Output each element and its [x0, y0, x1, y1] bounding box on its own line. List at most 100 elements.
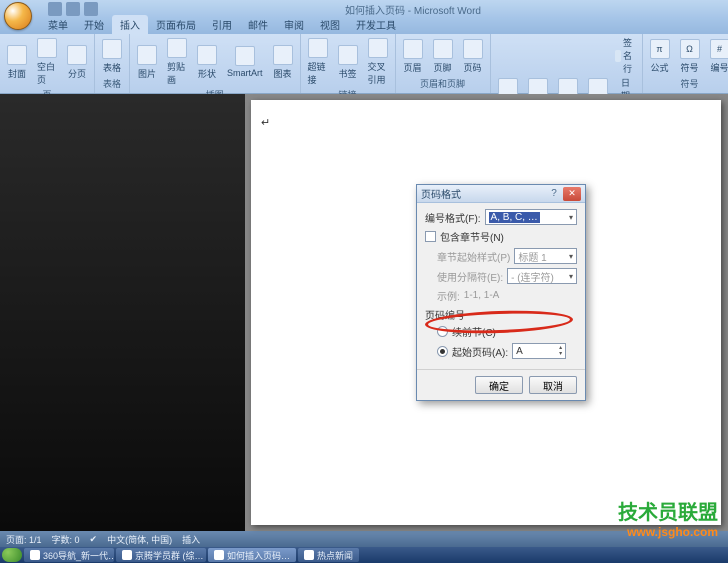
news-icon [304, 550, 314, 560]
document-page[interactable]: ↵ 页码格式 ? ✕ 编号格式(F): A, B, C, … ▾ [251, 100, 721, 525]
text-cursor: ↵ [261, 116, 270, 129]
equation-label: 公式 [651, 61, 669, 74]
start-button[interactable] [2, 548, 22, 562]
pagenumber-icon [463, 39, 483, 59]
separator-value: - (连字符) [511, 269, 554, 284]
hyperlink-button[interactable]: 超链接 [305, 36, 331, 88]
task-label: 如何插入页码… [227, 549, 290, 562]
dialog-title: 页码格式 [421, 186, 547, 201]
ok-button[interactable]: 确定 [475, 376, 523, 394]
tab-home[interactable]: 开始 [76, 15, 112, 34]
smartart-button[interactable]: SmartArt [224, 44, 266, 80]
clipart-button[interactable]: 剪贴画 [164, 36, 190, 88]
spellcheck-icon[interactable]: ✔ [90, 534, 98, 545]
start-at-spinner[interactable]: A ▴▾ [512, 343, 566, 359]
pagenumber-button[interactable]: 页码 [460, 37, 486, 76]
save-icon[interactable] [48, 2, 62, 16]
dialog-titlebar[interactable]: 页码格式 ? ✕ [417, 185, 585, 203]
group-symbols: π 公式 Ω 符号 #编号 符号 [643, 34, 728, 93]
group-tables: 表格 表格 [95, 34, 130, 93]
equation-icon: π [650, 39, 670, 59]
page-break-button[interactable]: 分页 [64, 43, 90, 82]
signature-label: 签名行 [623, 36, 638, 75]
smartart-label: SmartArt [227, 68, 263, 78]
document-area[interactable]: ↵ 页码格式 ? ✕ 编号格式(F): A, B, C, … ▾ [245, 94, 728, 531]
office-button[interactable] [4, 2, 32, 30]
footer-icon [433, 39, 453, 59]
cancel-button[interactable]: 取消 [529, 376, 577, 394]
symbol-label: 符号 [681, 61, 699, 74]
dialog-buttons: 确定 取消 [417, 369, 585, 400]
bookmark-icon [338, 45, 358, 65]
start-at-label: 起始页码(A): [452, 344, 508, 359]
cover-page-icon [7, 45, 27, 65]
task-item-chat[interactable]: 京腾学员群 (综… [116, 548, 206, 562]
bookmark-button[interactable]: 书签 [335, 43, 361, 82]
number-button[interactable]: #编号 [707, 37, 728, 76]
group-links: 超链接 书签 交叉引用 链接 [301, 34, 396, 93]
header-button[interactable]: 页眉 [400, 37, 426, 76]
tab-review[interactable]: 审阅 [276, 15, 312, 34]
clipart-icon [167, 38, 187, 58]
include-chapter-checkbox[interactable] [425, 231, 436, 242]
tab-developer[interactable]: 开发工具 [348, 15, 404, 34]
format-combobox[interactable]: A, B, C, … ▾ [485, 209, 577, 225]
group-tables-label: 表格 [99, 77, 125, 91]
picture-button[interactable]: 图片 [134, 43, 160, 82]
footer-label: 页脚 [434, 61, 452, 74]
tab-references[interactable]: 引用 [204, 15, 240, 34]
tab-mailings[interactable]: 邮件 [240, 15, 276, 34]
cover-page-label: 封面 [8, 67, 26, 80]
smartart-icon [235, 46, 255, 66]
chart-button[interactable]: 图表 [270, 43, 296, 82]
spinner-buttons[interactable]: ▴▾ [559, 345, 562, 357]
cover-page-button[interactable]: 封面 [4, 43, 30, 82]
table-button[interactable]: 表格 [99, 37, 125, 76]
close-icon[interactable]: ✕ [563, 187, 581, 201]
task-label: 360导航_新一代… [43, 549, 114, 562]
crossref-button[interactable]: 交叉引用 [365, 36, 391, 88]
office-button-container [0, 0, 40, 18]
footer-button[interactable]: 页脚 [430, 37, 456, 76]
shapes-button[interactable]: 形状 [194, 43, 220, 82]
clipart-label: 剪贴画 [167, 60, 187, 86]
chevron-down-icon: ▾ [569, 252, 573, 261]
symbol-icon: Ω [680, 39, 700, 59]
tab-view[interactable]: 视图 [312, 15, 348, 34]
continue-radio[interactable] [437, 326, 448, 337]
blank-page-label: 空白页 [37, 60, 57, 86]
undo-icon[interactable] [66, 2, 80, 16]
redo-icon[interactable] [84, 2, 98, 16]
shapes-icon [197, 45, 217, 65]
group-text: 文本框 文档部件 艺术字 首字下沉 签名行 日期和时间 对象 文本 [491, 34, 643, 93]
start-at-radio[interactable] [437, 346, 448, 357]
table-label: 表格 [103, 61, 121, 74]
tab-layout[interactable]: 页面布局 [148, 15, 204, 34]
signature-button[interactable]: 签名行 [615, 36, 638, 75]
tab-menu[interactable]: 菜单 [40, 15, 76, 34]
status-language[interactable]: 中文(简体, 中国) [107, 533, 172, 546]
chapter-style-label: 章节起始样式(P) [437, 249, 510, 264]
task-item-news[interactable]: 热点新闻 [298, 548, 359, 562]
dialog-body: 编号格式(F): A, B, C, … ▾ 包含章节号(N) 章节起始样式(P) [417, 203, 585, 369]
numbering-group-label: 页码编号 [425, 307, 577, 322]
status-page[interactable]: 页面: 1/1 [6, 533, 42, 546]
quick-access-toolbar [48, 2, 98, 16]
blank-page-button[interactable]: 空白页 [34, 36, 60, 88]
start-at-value: A [516, 346, 523, 357]
symbol-button[interactable]: Ω 符号 [677, 37, 703, 76]
status-words[interactable]: 字数: 0 [52, 533, 80, 546]
tab-insert[interactable]: 插入 [112, 15, 148, 34]
shapes-label: 形状 [198, 67, 216, 80]
task-item-browser[interactable]: 360导航_新一代… [24, 548, 114, 562]
table-icon [102, 39, 122, 59]
task-item-word[interactable]: 如何插入页码… [208, 548, 296, 562]
continue-label: 续前节(C) [452, 324, 496, 339]
equation-button[interactable]: π 公式 [647, 37, 673, 76]
format-value: A, B, C, … [489, 212, 540, 223]
task-label: 热点新闻 [317, 549, 353, 562]
group-headerfooter: 页眉 页脚 页码 页眉和页脚 [396, 34, 491, 93]
help-icon[interactable]: ? [547, 187, 561, 201]
crossref-icon [368, 38, 388, 58]
status-mode[interactable]: 插入 [182, 533, 200, 546]
